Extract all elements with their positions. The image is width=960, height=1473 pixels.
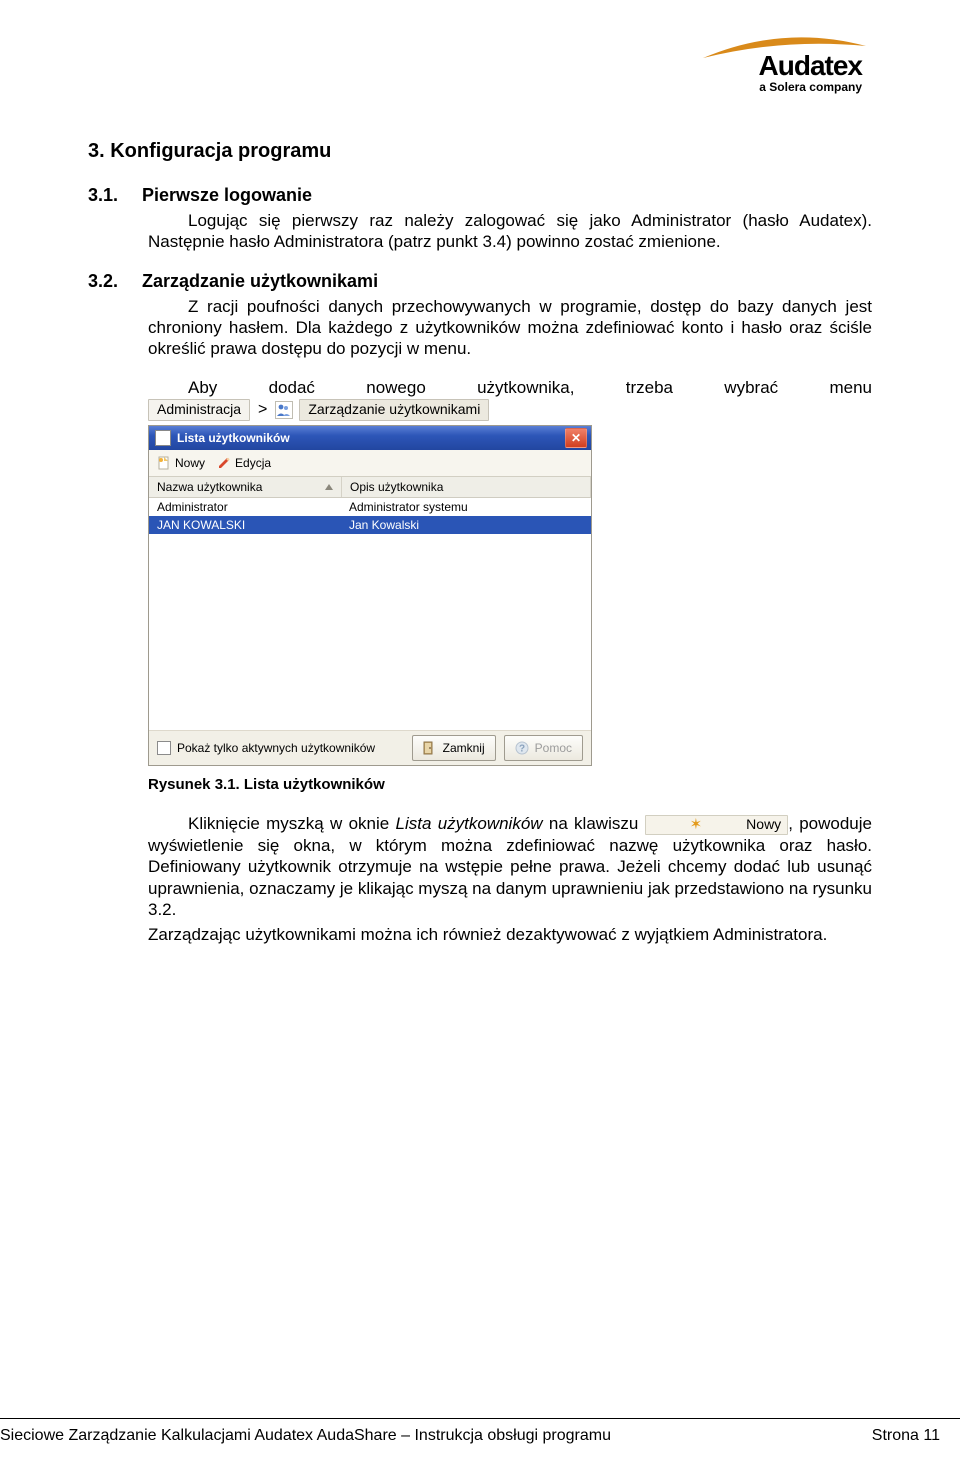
italic-lista-uzytkownikow: Lista użytkowników (396, 814, 543, 833)
window-titlebar: Lista użytkowników ✕ (149, 426, 591, 450)
page-footer: Sieciowe Zarządzanie Kalkulacjami Audate… (0, 1418, 960, 1445)
checkbox-active-only[interactable]: Pokaż tylko aktywnych użytkowników (157, 741, 375, 755)
column-header-description[interactable]: Opis użytkownika (342, 477, 591, 497)
para-3-2-menu-lead: Aby dodać nowego użytkownika, trzeba wyb… (148, 377, 872, 421)
window-footer: Pokaż tylko aktywnych użytkowników Zamkn… (149, 730, 591, 765)
para-3-1-body: Logując się pierwszy raz należy zalogowa… (148, 210, 872, 253)
toolbar-new[interactable]: Nowy (157, 456, 205, 470)
new-icon (157, 456, 171, 470)
para-3-2-menu-lead-text: Aby dodać nowego użytkownika, trzeba wyb… (148, 377, 872, 398)
grid-body: Administrator Administrator systemu JAN … (149, 498, 591, 730)
table-row[interactable]: Administrator Administrator systemu (149, 498, 591, 516)
close-button[interactable]: Zamknij (412, 735, 496, 761)
menu-administracja: Administracja (148, 399, 250, 422)
footer-title: Sieciowe Zarządzanie Kalkulacjami Audate… (0, 1427, 611, 1445)
menu-zarzadzanie-uzytkownikami: Zarządzanie użytkownikami (299, 399, 489, 422)
logo-swoosh-icon (698, 36, 868, 66)
logo: Audatex a Solera company (668, 36, 868, 94)
heading-3-2-number: 3.2. (88, 271, 142, 292)
sort-asc-icon (325, 484, 333, 490)
table-row[interactable]: JAN KOWALSKI Jan Kowalski (149, 516, 591, 534)
window-toolbar: Nowy Edycja (149, 450, 591, 477)
help-button[interactable]: ? Pomoc (504, 735, 583, 761)
heading-3-2: 3.2.Zarządzanie użytkownikami (88, 271, 872, 292)
heading-3-1-title: Pierwsze logowanie (142, 185, 312, 205)
heading-3-1-number: 3.1. (88, 185, 142, 206)
footer-page-number: Strona 11 (872, 1427, 940, 1445)
heading-3-1: 3.1.Pierwsze logowanie (88, 185, 872, 206)
edit-icon (217, 456, 231, 470)
menu-separator: > (256, 400, 269, 420)
para-3-2-body: Z racji poufności danych przechowywanych… (148, 296, 872, 360)
column-header-username[interactable]: Nazwa użytkownika (149, 477, 342, 497)
close-icon[interactable]: ✕ (565, 428, 587, 448)
window-title-text: Lista użytkowników (177, 431, 290, 445)
help-icon: ? (515, 741, 529, 755)
checkbox-icon (157, 741, 171, 755)
window-icon (155, 430, 171, 446)
svg-text:?: ? (519, 744, 525, 755)
para-after-figure: Kliknięcie myszką w oknie Lista użytkown… (148, 813, 872, 920)
toolbar-edit[interactable]: Edycja (217, 456, 271, 470)
heading-3-2-title: Zarządzanie użytkownikami (142, 271, 378, 291)
figure-caption: Rysunek 3.1. Lista użytkowników (148, 776, 872, 793)
inline-new-button: ✶ Nowy (645, 815, 789, 836)
door-icon (423, 741, 437, 755)
user-list-window: Lista użytkowników ✕ Nowy Edycja Nazwa u… (148, 425, 592, 766)
para-after-figure-2: Zarządzając użytkownikami można ich równ… (148, 924, 872, 945)
heading-main: 3. Konfiguracja programu (88, 140, 872, 163)
users-icon (275, 401, 293, 419)
grid-header: Nazwa użytkownika Opis użytkownika (149, 477, 591, 498)
logo-tagline: a Solera company (668, 80, 862, 94)
star-icon: ✶ (650, 817, 703, 832)
